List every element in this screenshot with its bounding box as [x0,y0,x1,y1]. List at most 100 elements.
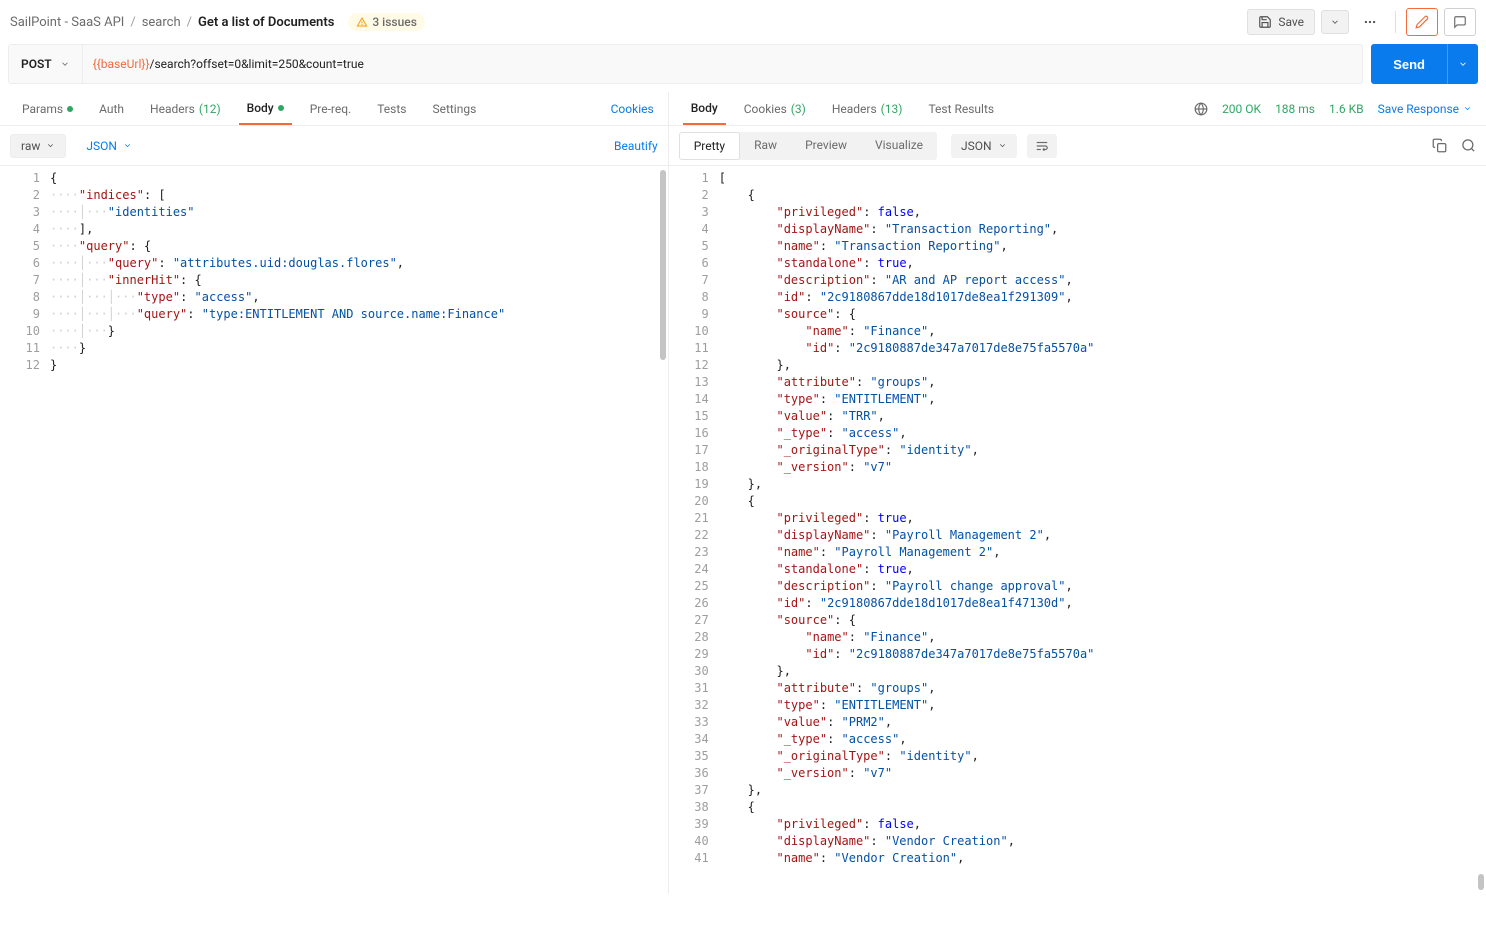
comment-icon [1453,15,1467,29]
request-bar: POST {{baseUrl}}/search?offset=0&limit=2… [0,44,1486,92]
tab-resp-cookies[interactable]: Cookies (3) [736,92,814,125]
pencil-icon [1415,15,1429,29]
view-mode-tabs: Pretty Raw Preview Visualize [679,132,937,160]
body-lang-label: JSON [86,139,117,153]
response-pane: Body Cookies (3) Headers (13) Test Resul… [669,92,1486,894]
method-label: POST [21,57,52,71]
breadcrumb-item[interactable]: search [142,15,181,30]
scrollbar[interactable] [1478,874,1484,890]
tab-resp-headers[interactable]: Headers (13) [824,92,911,125]
line-gutter: 123456789101112 [0,166,50,894]
globe-icon[interactable] [1194,102,1208,116]
url-input[interactable]: {{baseUrl}}/search?offset=0&limit=250&co… [83,57,374,71]
status-dot [67,106,73,112]
line-gutter: 1234567891011121314151617181920212223242… [669,166,719,894]
method-url-container: POST {{baseUrl}}/search?offset=0&limit=2… [8,44,1363,84]
breadcrumb-item[interactable]: SailPoint - SaaS API [10,15,124,30]
beautify-button[interactable]: Beautify [614,139,658,153]
copy-button[interactable] [1432,138,1447,153]
response-status: 200 OK 188 ms 1.6 KB Save Response [1194,102,1472,116]
copy-icon [1432,138,1447,153]
response-view-options: Pretty Raw Preview Visualize JSON [669,126,1486,166]
warning-icon [356,16,368,28]
comment-button[interactable] [1444,8,1476,36]
scrollbar[interactable] [660,170,666,360]
send-dropdown[interactable] [1447,44,1478,84]
status-dot [278,105,284,111]
chevron-down-icon [60,59,70,69]
chevron-down-icon [998,141,1007,150]
tab-params[interactable]: Params [14,92,81,125]
tab-settings[interactable]: Settings [424,92,484,125]
url-variable: {{baseUrl}} [93,57,150,71]
response-language-selector[interactable]: JSON [951,134,1017,158]
request-body-options: raw JSON Beautify [0,126,668,166]
tab-prereq[interactable]: Pre-req. [302,92,360,125]
top-bar: SailPoint - SaaS API / search / Get a li… [0,0,1486,44]
tab-label: Params [22,102,63,116]
tab-body[interactable]: Body [239,92,292,125]
search-icon [1461,138,1476,153]
view-pretty[interactable]: Pretty [679,132,740,160]
tab-label: Body [247,101,274,115]
request-tabs: Params Auth Headers (12) Body Pre-req. T… [0,92,668,126]
cookies-link[interactable]: Cookies [611,102,654,116]
split-view: Params Auth Headers (12) Body Pre-req. T… [0,92,1486,894]
tab-count: (13) [881,102,903,116]
tab-count: (3) [791,102,806,116]
tab-label: Headers [150,102,195,116]
save-dropdown[interactable] [1321,10,1349,34]
tab-headers[interactable]: Headers (12) [142,92,229,125]
issues-badge[interactable]: 3 issues [348,13,425,31]
wrap-lines-button[interactable] [1027,134,1057,158]
tab-label: Headers [832,102,877,116]
chevron-down-icon [123,141,132,150]
body-type-label: raw [21,139,40,153]
resp-lang-label: JSON [961,139,992,153]
chevron-down-icon [1463,104,1472,113]
request-body-editor[interactable]: 123456789101112 {····"indices": [····│··… [0,166,668,894]
url-path: /search?offset=0&limit=250&count=true [150,57,364,71]
response-action-icons [1432,138,1476,153]
save-response-button[interactable]: Save Response [1378,102,1472,116]
chevron-down-icon [46,141,55,150]
save-button[interactable]: Save [1247,9,1315,35]
chevron-down-icon [1330,17,1340,27]
code-content[interactable]: {····"indices": [····│···"identities"···… [50,166,668,894]
breadcrumb-sep: / [130,15,135,30]
body-type-selector[interactable]: raw [10,134,66,158]
breadcrumb-current: Get a list of Documents [198,15,334,30]
breadcrumb: SailPoint - SaaS API / search / Get a li… [10,13,425,31]
tab-resp-body[interactable]: Body [683,92,726,125]
wrap-icon [1035,139,1049,153]
tab-tests[interactable]: Tests [369,92,414,125]
method-selector[interactable]: POST [9,45,83,83]
chevron-down-icon [1458,59,1468,69]
status-code[interactable]: 200 OK [1222,102,1261,116]
response-tabs: Body Cookies (3) Headers (13) Test Resul… [669,92,1486,126]
response-time[interactable]: 188 ms [1275,102,1315,116]
response-body-viewer[interactable]: 1234567891011121314151617181920212223242… [669,166,1486,894]
tab-auth[interactable]: Auth [91,92,132,125]
send-button[interactable]: Send [1371,44,1447,84]
send-wrapper: Send [1371,44,1478,84]
issues-count: 3 issues [372,15,417,29]
more-options[interactable] [1355,9,1385,35]
tab-resp-tests[interactable]: Test Results [920,92,1002,125]
divider [1395,11,1396,33]
top-bar-actions: Save [1247,8,1476,36]
body-language-selector[interactable]: JSON [76,135,142,157]
save-icon [1258,15,1272,29]
response-size[interactable]: 1.6 KB [1329,102,1364,116]
save-response-label: Save Response [1378,102,1459,116]
search-button[interactable] [1461,138,1476,153]
tab-count: (12) [199,102,221,116]
view-preview[interactable]: Preview [791,132,861,160]
view-raw[interactable]: Raw [740,132,791,160]
save-label: Save [1278,15,1304,29]
view-visualize[interactable]: Visualize [861,132,937,160]
tab-label: Cookies [744,102,787,116]
breadcrumb-sep: / [187,15,192,30]
edit-button[interactable] [1406,8,1438,36]
dots-icon [1363,15,1377,29]
